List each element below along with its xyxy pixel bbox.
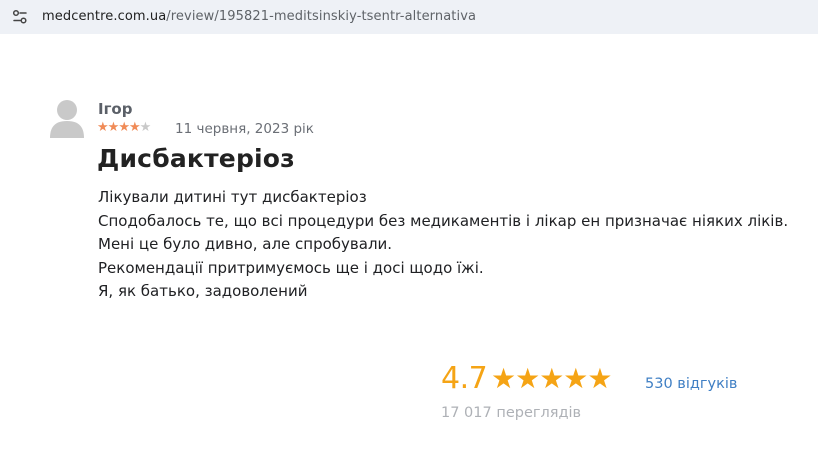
review-body: Лікували дитині тут дисбактеріоз Сподоба…: [98, 186, 788, 304]
star-empty-icon: ★: [139, 120, 152, 135]
review-body-line: Сподобалось те, що всі процедури без мед…: [98, 211, 789, 230]
user-avatar-icon: [50, 98, 84, 138]
url-text[interactable]: medcentre.com.ua/review/195821-meditsins…: [42, 9, 476, 24]
review-body-line: Я, як батько, задоволений: [98, 282, 308, 300]
star-filled-icon: ★: [97, 120, 109, 135]
star-filled-icon: ★: [118, 120, 130, 135]
reviews-count-link[interactable]: 530 відгуків: [645, 376, 737, 392]
review-body-line: Рекомендації притримуємось ще і досі щод…: [98, 258, 484, 277]
star-filled-icon: ★: [107, 120, 120, 135]
review-body-line: Мені це було дивно, але спробували.: [98, 235, 393, 253]
views-count: 17 017 переглядів: [441, 405, 582, 421]
site-info-tune-icon[interactable]: [11, 8, 29, 26]
review-date: 11 червня, 2023 рік: [175, 121, 314, 137]
star-filled-icon: ★: [128, 120, 141, 135]
review-star-rating: ★★★★★: [97, 120, 152, 135]
url-path: /review/195821-meditsinskiy-tsentr-alter…: [166, 9, 477, 24]
review-body-line: Лікували дитині тут дисбактеріоз: [98, 188, 367, 206]
url-host: medcentre.com.ua: [42, 9, 167, 24]
overall-rating-stars-icon: ★★★★★: [491, 362, 613, 395]
review-author: Ігор: [98, 100, 133, 118]
overall-rating-value: 4.7: [441, 361, 488, 396]
address-bar[interactable]: medcentre.com.ua/review/195821-meditsins…: [0, 0, 818, 34]
review-title: Дисбактеріоз: [97, 144, 295, 173]
